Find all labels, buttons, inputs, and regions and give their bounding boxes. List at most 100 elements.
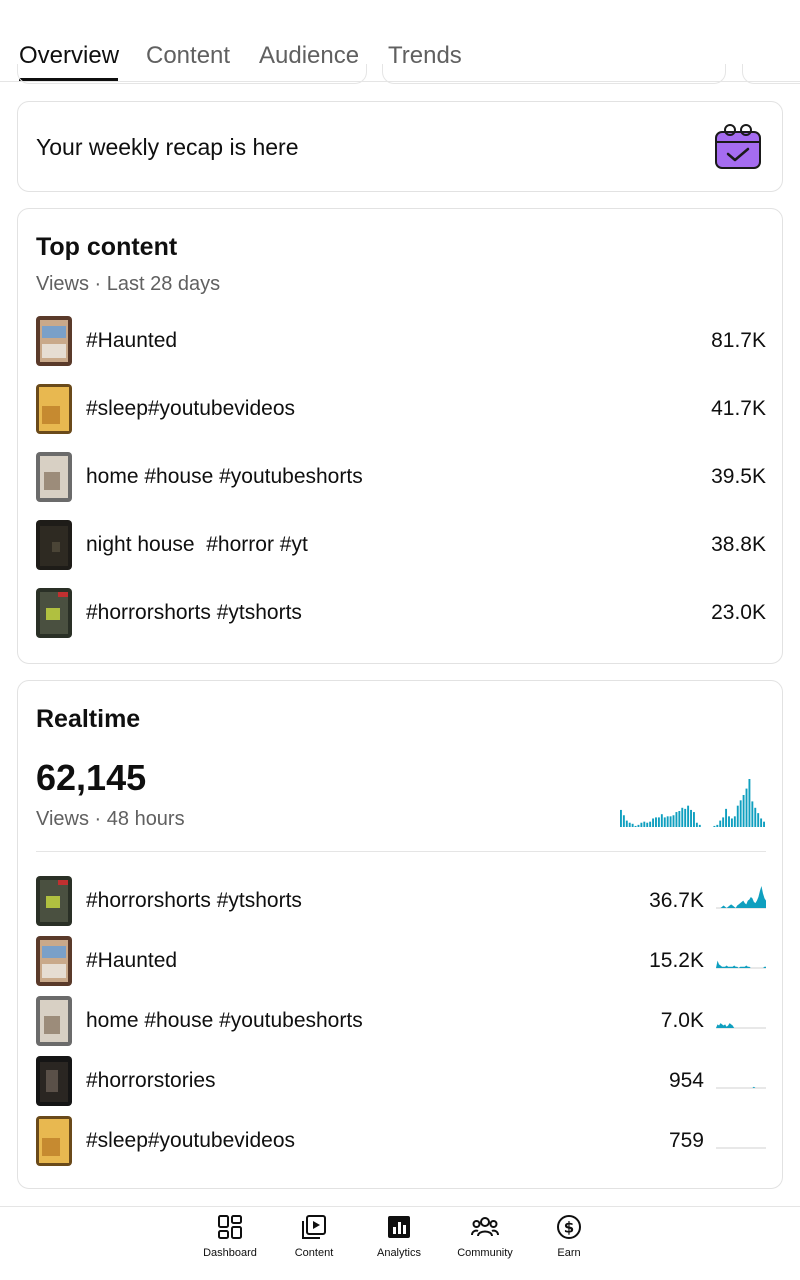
chart-bar [622, 815, 625, 827]
nav-earn[interactable]: $ Earn [529, 1213, 609, 1273]
scrolled-card-edge [382, 64, 726, 84]
chart-bar [754, 807, 757, 827]
chart-bar [652, 818, 655, 827]
chart-bar [657, 817, 660, 827]
chart-bar [745, 788, 748, 827]
chart-bar [628, 822, 631, 827]
video-views: 954 [668, 1069, 704, 1092]
list-item[interactable]: night house #horror #yt 38.8K [36, 520, 766, 570]
video-views: 15.2K [649, 949, 704, 972]
chart-bar [660, 814, 663, 827]
chart-bar [634, 825, 637, 827]
video-thumbnail [36, 996, 72, 1046]
list-item[interactable]: #Haunted 15.2K [36, 936, 766, 986]
nav-dashboard[interactable]: Dashboard [190, 1213, 270, 1273]
sparkline-area [716, 886, 766, 908]
video-thumbnail [36, 876, 72, 926]
chart-bar [739, 800, 742, 827]
video-title: #horrorshorts #ytshorts [86, 601, 302, 624]
video-thumbnail [36, 384, 72, 434]
list-item[interactable]: #horrorshorts #ytshorts 23.0K [36, 588, 766, 638]
realtime-title: Realtime [36, 705, 141, 733]
chart-bar [763, 821, 765, 827]
video-title: night house #horror #yt [86, 533, 308, 556]
list-item[interactable]: #horrorstories 954 [36, 1056, 766, 1106]
video-title: #horrorshorts #ytshorts [86, 889, 302, 912]
chart-bar [722, 817, 725, 827]
nav-label: Earn [557, 1247, 581, 1259]
video-views: 39.5K [711, 465, 766, 488]
chart-bar [698, 824, 701, 827]
bottom-navigation: Dashboard Content Analytics Community $ … [0, 1206, 800, 1280]
chart-bar [675, 812, 678, 827]
chart-bar [719, 820, 722, 827]
realtime-bar-chart [620, 779, 765, 827]
dollar-icon: $ [557, 1215, 581, 1239]
list-item[interactable]: home #house #youtubeshorts 39.5K [36, 452, 766, 502]
top-content-title: Top content [36, 233, 178, 261]
list-item[interactable]: #sleep#youtubevideos 41.7K [36, 384, 766, 434]
chart-bar [646, 822, 649, 827]
scrolled-card-edge [17, 64, 367, 84]
chart-bar [655, 817, 657, 827]
nav-content[interactable]: Content [274, 1213, 354, 1273]
scrolled-card-edge [742, 64, 800, 84]
video-thumbnail [36, 520, 72, 570]
recap-title: Your weekly recap is here [36, 134, 299, 160]
list-item[interactable]: #sleep#youtubevideos 759 [36, 1116, 766, 1166]
chart-bar [687, 805, 690, 827]
video-title: #sleep#youtubevideos [86, 397, 295, 420]
chart-bar [625, 820, 628, 827]
chart-bar [690, 809, 692, 827]
video-views: 23.0K [711, 601, 766, 624]
chart-bar [736, 805, 739, 827]
sparkline [716, 1023, 766, 1029]
chart-bar [669, 816, 672, 827]
list-item[interactable]: home #house #youtubeshorts 7.0K [36, 996, 766, 1046]
video-thumbnail [36, 452, 72, 502]
weekly-recap-card[interactable]: Your weekly recap is here [17, 101, 783, 192]
top-content-subtitle: Views · Last 28 days [36, 273, 221, 295]
chart-bar [666, 816, 669, 827]
sparkline [716, 1086, 766, 1089]
video-title: home #house #youtubeshorts [86, 465, 363, 488]
nav-label: Community [457, 1247, 513, 1259]
realtime-views-count: 62,145 [36, 757, 147, 798]
nav-label: Dashboard [203, 1247, 257, 1259]
chart-bar [637, 824, 640, 827]
video-views: 7.0K [660, 1009, 704, 1032]
chart-bar [751, 801, 754, 827]
nav-label: Analytics [376, 1247, 422, 1259]
video-views: 36.7K [649, 889, 704, 912]
chart-bar [757, 813, 760, 827]
chart-bar [631, 823, 634, 827]
list-item[interactable]: #horrorshorts #ytshorts 36.7K [36, 876, 766, 926]
chart-bar [684, 808, 687, 827]
video-views: 81.7K [711, 329, 766, 352]
video-title: home #house #youtubeshorts [86, 1009, 363, 1032]
chart-bar [713, 825, 716, 827]
nav-analytics[interactable]: Analytics [359, 1213, 439, 1273]
community-icon [471, 1217, 499, 1237]
sparkline-area [716, 1023, 766, 1028]
calendar-check-icon [715, 124, 761, 169]
video-title: #horrorstories [86, 1069, 216, 1092]
realtime-card: Realtime 62,145 Views · 48 hours #horror… [17, 680, 783, 1189]
play-library-icon [302, 1215, 326, 1239]
video-views: 759 [668, 1129, 704, 1152]
chart-bar [678, 811, 681, 827]
chart-bar [695, 822, 698, 827]
video-thumbnail [36, 588, 72, 638]
chart-bar [725, 808, 728, 827]
top-content-card: Top content Views · Last 28 days #Haunte… [17, 208, 783, 664]
list-item[interactable]: #Haunted 81.7K [36, 316, 766, 366]
chart-bar [643, 821, 646, 827]
chart-bar [672, 815, 675, 827]
video-thumbnail [36, 316, 72, 366]
nav-community[interactable]: Community [445, 1213, 525, 1273]
chart-bar [728, 816, 730, 827]
video-views: 41.7K [711, 397, 766, 420]
sparkline [716, 886, 766, 909]
chart-bar [730, 818, 733, 827]
dashboard-icon [218, 1215, 242, 1239]
